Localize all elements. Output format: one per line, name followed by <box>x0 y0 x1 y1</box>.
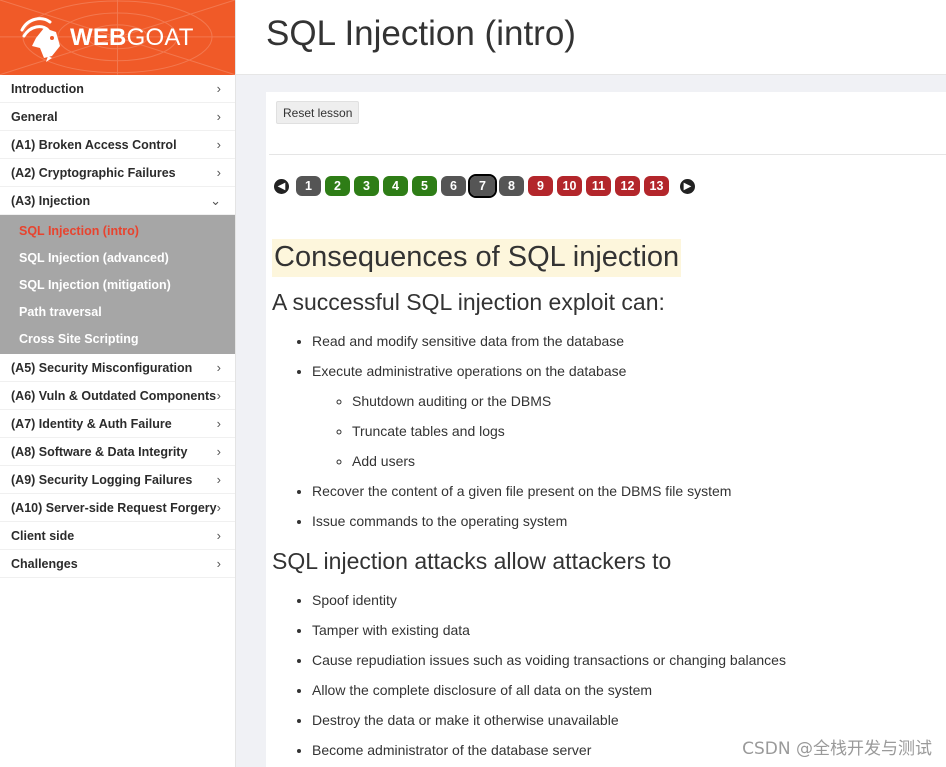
list-item: Execute administrative operations on the… <box>312 356 942 476</box>
chevron-right-icon: › <box>216 472 221 487</box>
list-item: Cause repudiation issues such as voiding… <box>312 645 942 675</box>
submenu-item-sql-injection-mitigation[interactable]: SQL Injection (mitigation) <box>0 271 235 298</box>
menu-bottom: (A5) Security Misconfiguration › (A6) Vuln… <box>0 354 235 578</box>
chevron-right-icon: › <box>216 165 221 180</box>
page-button-8[interactable]: 8 <box>499 176 524 196</box>
chevron-right-icon: › <box>216 556 221 571</box>
page-button-13[interactable]: 13 <box>644 176 669 196</box>
page-button-12[interactable]: 12 <box>615 176 640 196</box>
chevron-down-icon: ⌄ <box>210 192 221 208</box>
section1-title: A successful SQL injection exploit can: <box>272 289 665 315</box>
page-button-3[interactable]: 3 <box>354 176 379 196</box>
sidebar-item-a1-broken-access-control[interactable]: (A1) Broken Access Control › <box>0 131 235 159</box>
sidebar-item-label: (A5) Security Misconfiguration <box>11 360 193 375</box>
chevron-right-icon: › <box>216 416 221 431</box>
page-button-7[interactable]: 7 <box>468 174 497 198</box>
sidebar-item-label: (A7) Identity & Auth Failure <box>11 416 172 431</box>
sidebar-item-label: Client side <box>11 528 75 543</box>
list-item: Shutdown auditing or the DBMS <box>352 386 942 416</box>
page-button-10[interactable]: 10 <box>557 176 582 196</box>
page-title: SQL Injection (intro) <box>266 14 576 53</box>
section1-list: Read and modify sensitive data from the … <box>272 326 942 536</box>
menu-top: Introduction › General › (A1) Broken Access … <box>0 75 235 215</box>
divider <box>269 154 946 155</box>
sidebar-item-a6-vuln-outdated-components[interactable]: (A6) Vuln & Outdated Components › <box>0 382 235 410</box>
sidebar-item-label: Introduction <box>11 81 84 96</box>
sidebar-item-label: (A6) Vuln & Outdated Components <box>11 388 217 403</box>
chevron-right-icon: › <box>216 444 221 459</box>
list-item: Truncate tables and logs <box>352 416 942 446</box>
main-area: Reset lesson ◀ 1 2 3 4 5 6 7 8 9 10 11 12 13 ▶ Conse… <box>236 75 946 767</box>
brand-name: WEBGOAT <box>70 23 194 51</box>
sidebar-item-label: (A10) Server-side Request Forgery <box>11 500 217 515</box>
reset-lesson-button[interactable]: Reset lesson <box>276 101 360 124</box>
page-button-9[interactable]: 9 <box>528 176 553 196</box>
sidebar-item-label: Challenges <box>11 556 78 571</box>
list-item: Allow the complete disclosure of all dat… <box>312 675 942 705</box>
sub-list: Shutdown auditing or the DBMSTruncate ta… <box>312 386 942 476</box>
list-item-text: Issue commands to the operating system <box>312 513 568 529</box>
sidebar-item-a5-security-misconfiguration[interactable]: (A5) Security Misconfiguration › <box>0 354 235 382</box>
page-button-1[interactable]: 1 <box>296 176 321 196</box>
submenu-item-sql-injection-advanced[interactable]: SQL Injection (advanced) <box>0 244 235 271</box>
list-item: Tamper with existing data <box>312 615 942 645</box>
chevron-right-icon: › <box>216 137 221 152</box>
list-item: Spoof identity <box>312 585 942 615</box>
arrow-left-icon[interactable]: ◀ <box>274 178 289 194</box>
page-button-11[interactable]: 11 <box>586 176 611 196</box>
sidebar-item-a3-injection[interactable]: (A3) Injection ⌄ <box>0 187 235 215</box>
sidebar-item-a2-cryptographic-failures[interactable]: (A2) Cryptographic Failures › <box>0 159 235 187</box>
arrow-right-icon[interactable]: ▶ <box>680 178 695 194</box>
list-item: Read and modify sensitive data from the … <box>312 326 942 356</box>
sidebar-item-label: (A2) Cryptographic Failures <box>11 165 176 180</box>
sidebar-item-label: General <box>11 109 58 124</box>
page-button-2[interactable]: 2 <box>325 176 350 196</box>
section2-title: SQL injection attacks allow attackers to <box>272 548 672 574</box>
sidebar-item-label: (A3) Injection <box>11 193 91 208</box>
sidebar-item-label: (A1) Broken Access Control <box>11 137 177 152</box>
sidebar-item-a8-software-data-integrity[interactable]: (A8) Software & Data Integrity › <box>0 438 235 466</box>
list-item-text: Execute administrative operations on the… <box>312 363 627 379</box>
sidebar-item-general[interactable]: General › <box>0 103 235 131</box>
list-item: Recover the content of a given file pres… <box>312 476 942 506</box>
lesson-content: Reset lesson ◀ 1 2 3 4 5 6 7 8 9 10 11 12 13 ▶ Conse… <box>266 92 946 767</box>
sidebar-item-a9-security-logging-failures[interactable]: (A9) Security Logging Failures › <box>0 466 235 494</box>
logo-bar[interactable]: WEBGOAT <box>0 0 235 75</box>
list-item-text: Recover the content of a given file pres… <box>312 483 732 499</box>
lesson-heading: Consequences of SQL injection <box>272 239 682 277</box>
sidebar: WEBGOAT Introduction › General › (A1) Broken… <box>0 0 236 767</box>
submenu-item-path-traversal[interactable]: Path traversal <box>0 298 235 325</box>
lesson-pager: ◀ 1 2 3 4 5 6 7 8 9 10 11 12 13 ▶ <box>274 174 695 198</box>
submenu-item-cross-site-scripting[interactable]: Cross Site Scripting <box>0 325 235 352</box>
chevron-right-icon: › <box>216 81 221 96</box>
sidebar-item-a10-server-side-request-forgery[interactable]: (A10) Server-side Request Forgery › <box>0 494 235 522</box>
list-item: Issue commands to the operating system <box>312 506 942 536</box>
page-button-5[interactable]: 5 <box>412 176 437 196</box>
page-header: SQL Injection (intro) <box>236 0 946 75</box>
goat-logo-icon <box>20 16 60 62</box>
watermark: CSDN @全栈开发与测试 <box>742 739 932 759</box>
list-item-text: Read and modify sensitive data from the … <box>312 333 625 349</box>
page-buttons: 1 2 3 4 5 6 7 8 9 10 11 12 13 <box>296 174 673 198</box>
chevron-right-icon: › <box>216 388 221 403</box>
chevron-right-icon: › <box>216 360 221 375</box>
list-item: Destroy the data or make it otherwise un… <box>312 705 942 735</box>
sidebar-item-label: (A8) Software & Data Integrity <box>11 444 188 459</box>
list-item: Add users <box>352 446 942 476</box>
lesson-body: Consequences of SQL injection A successf… <box>272 239 942 765</box>
sidebar-item-client-side[interactable]: Client side › <box>0 522 235 550</box>
page-button-6[interactable]: 6 <box>441 176 466 196</box>
chevron-right-icon: › <box>216 500 221 515</box>
chevron-right-icon: › <box>216 528 221 543</box>
sidebar-item-label: (A9) Security Logging Failures <box>11 472 193 487</box>
sidebar-item-introduction[interactable]: Introduction › <box>0 75 235 103</box>
sidebar-item-a7-identity-auth-failure[interactable]: (A7) Identity & Auth Failure › <box>0 410 235 438</box>
submenu-item-sql-injection-intro[interactable]: SQL Injection (intro) <box>0 217 235 244</box>
page-button-4[interactable]: 4 <box>383 176 408 196</box>
chevron-right-icon: › <box>216 109 221 124</box>
submenu-injection: SQL Injection (intro) SQL Injection (adva… <box>0 215 235 354</box>
sidebar-item-challenges[interactable]: Challenges › <box>0 550 235 578</box>
